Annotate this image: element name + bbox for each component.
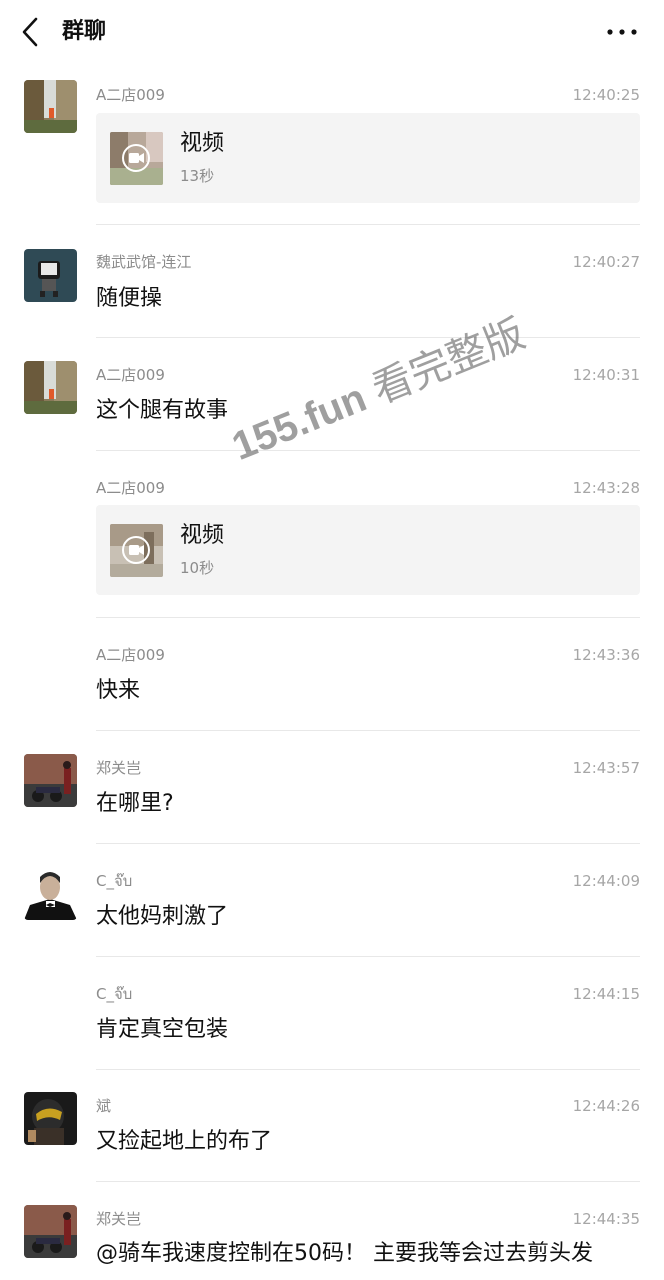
video-label: 视频 [180,131,225,156]
sender-name: A二店009 [96,479,165,497]
sender-name: C_จ๊บ [96,872,133,890]
message-text: 又捡起地上的布了 [96,1129,273,1154]
video-duration: 13秒 [180,167,215,185]
message-text: 快来 [96,678,141,703]
message-time: 12:43:57 [572,759,640,777]
chat-header: 群聊 [0,0,664,64]
divider [96,617,640,618]
message-time: 12:44:35 [572,1210,640,1228]
message-time: 12:40:25 [572,86,640,104]
message-time: 12:40:27 [572,253,640,271]
video-duration: 10秒 [180,559,215,577]
avatar[interactable] [24,1205,77,1258]
back-icon[interactable] [14,14,48,50]
sender-name: 郑关岂 [96,1210,142,1228]
message-text: 太他妈刺激了 [96,904,229,929]
watermark-text: 看完整版 [366,311,532,413]
message-time: 12:44:26 [572,1097,640,1115]
divider [96,1069,640,1070]
divider [96,224,640,225]
divider [96,730,640,731]
video-message-card[interactable]: 视频 13秒 [96,113,640,203]
divider [96,450,640,451]
video-thumbnail [110,524,163,577]
sender-name: 郑关岂 [96,759,142,777]
video-message-card[interactable]: 视频 10秒 [96,505,640,595]
message-time: 12:44:15 [572,985,640,1003]
message-text: 在哪里? [96,791,174,816]
divider [96,843,640,844]
watermark-domain: 155.fun [226,375,373,469]
video-thumbnail [110,132,163,185]
sender-name: A二店009 [96,646,165,664]
more-icon[interactable] [600,20,644,44]
message-time: 12:43:28 [572,479,640,497]
avatar[interactable] [24,361,77,414]
avatar[interactable] [24,1092,77,1145]
sender-name: 魏武武馆-连江 [96,253,192,271]
message-time: 12:43:36 [572,646,640,664]
message-time: 12:40:31 [572,366,640,384]
message-text: 随便操 [96,286,163,311]
avatar[interactable] [24,249,77,302]
avatar[interactable] [24,754,77,807]
avatar[interactable] [24,80,77,133]
sender-name: A二店009 [96,366,165,384]
avatar[interactable] [24,867,77,920]
sender-name: C_จ๊บ [96,985,133,1003]
message-text: @骑车我速度控制在50码！ 主要我等会过去剪头发 [96,1241,593,1266]
video-label: 视频 [180,523,225,548]
message-time: 12:44:09 [572,872,640,890]
watermark: 155.fun 看完整版 [222,301,532,471]
sender-name: A二店009 [96,86,165,104]
divider [96,956,640,957]
divider [96,337,640,338]
message-text: 肯定真空包装 [96,1017,229,1042]
page-title: 群聊 [62,19,107,44]
divider [96,1181,640,1182]
sender-name: 斌 [96,1097,112,1115]
message-text: 这个腿有故事 [96,398,229,423]
